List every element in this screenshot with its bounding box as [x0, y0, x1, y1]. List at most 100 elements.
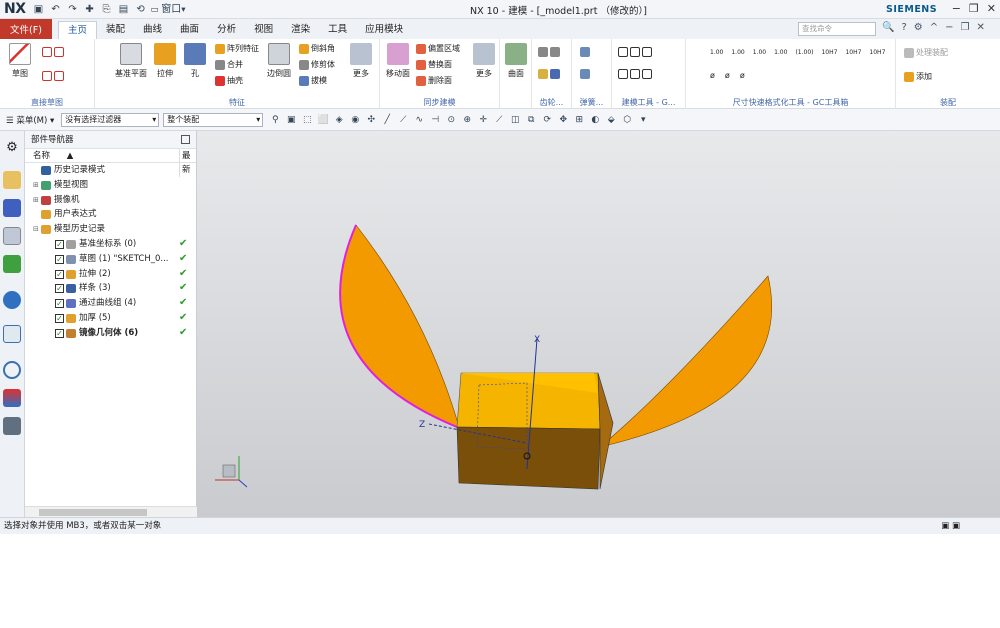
menu-button[interactable]: ☰ 菜单(M) ▾	[3, 114, 57, 126]
command-search-input[interactable]: 查找命令	[798, 22, 876, 36]
history-icon[interactable]	[3, 325, 21, 343]
gear-tools[interactable]	[538, 47, 560, 57]
clock-icon[interactable]	[3, 361, 21, 379]
select-all-icon[interactable]: ⬚	[301, 114, 313, 126]
modeling-tools-row1[interactable]	[618, 47, 652, 57]
copy-icon[interactable]: ⎘	[100, 3, 114, 16]
navigator-item[interactable]: ✓ 通过曲线组 (4) ✔	[25, 296, 196, 311]
process-studio-icon[interactable]	[3, 389, 21, 407]
navigator-item[interactable]: 历史记录模式	[25, 163, 196, 178]
orient-view-icon[interactable]: ⬡	[621, 114, 633, 126]
navigator-item[interactable]: ⊟ 模型历史记录	[25, 222, 196, 237]
ribbon-minimize-icon[interactable]: ^	[930, 22, 938, 33]
gear-tools-2[interactable]	[538, 69, 560, 79]
tab-3[interactable]: 曲面	[171, 21, 208, 39]
expand-icon[interactable]: ⊞	[33, 193, 39, 208]
horizontal-scrollbar[interactable]	[25, 506, 197, 517]
minimize-icon[interactable]: −	[952, 2, 961, 15]
intersection-icon[interactable]: ⊕	[461, 114, 473, 126]
tangent-icon[interactable]: ⟋	[493, 114, 505, 126]
pan-icon[interactable]: ✥	[557, 114, 569, 126]
view-fit-icon[interactable]: ⧉	[525, 114, 537, 126]
curve-snap-icon[interactable]: ∿	[413, 114, 425, 126]
cube-icon[interactable]: ◈	[333, 114, 345, 126]
restore-icon[interactable]: ❐	[969, 2, 979, 15]
tab-4[interactable]: 分析	[208, 21, 245, 39]
constraint-navigator-icon[interactable]	[3, 199, 21, 217]
paste-icon[interactable]: ▤	[117, 3, 131, 16]
curve-tools[interactable]	[42, 47, 64, 57]
cut-icon[interactable]: ✚	[83, 3, 97, 16]
line-snap-icon[interactable]: ╱	[381, 114, 393, 126]
sphere-icon[interactable]: ◉	[349, 114, 361, 126]
navigator-item[interactable]: ✓ 草图 (1) "SKETCH_0... ✔	[25, 252, 196, 267]
unite-button[interactable]: 合并	[215, 59, 243, 70]
roles-icon[interactable]	[3, 417, 21, 435]
navigator-item[interactable]: ⊞ 摄像机	[25, 193, 196, 208]
selection-scope-select[interactable]: 整个装配	[163, 112, 264, 127]
process-assembly-button[interactable]: 处理装配	[904, 47, 948, 58]
shell-button[interactable]: 抽壳	[215, 75, 243, 86]
status-icons[interactable]: ▣ ▣	[941, 518, 960, 534]
doc-minimize-icon[interactable]: −	[945, 22, 953, 33]
doc-close-icon[interactable]: ✕	[976, 22, 984, 33]
navigator-item[interactable]: ⊞ 模型视图	[25, 178, 196, 193]
mid-point-icon[interactable]: ⊣	[429, 114, 441, 126]
search-icon[interactable]: 🔍	[882, 22, 894, 33]
help-icon[interactable]: ?	[901, 22, 906, 33]
navigator-item[interactable]: ✓ 拉伸 (2) ✔	[25, 267, 196, 282]
undo-icon[interactable]: ↶	[49, 3, 63, 16]
render-style-icon[interactable]: ◐	[589, 114, 601, 126]
draft-button[interactable]: 拔模	[299, 75, 327, 86]
navigator-item[interactable]: ✓ 基准坐标系 (0) ✔	[25, 237, 196, 252]
navigator-item[interactable]: 用户表达式	[25, 207, 196, 222]
assembly-navigator-icon[interactable]	[3, 171, 21, 189]
deselect-icon[interactable]: ⬜	[317, 114, 329, 126]
part-navigator-icon[interactable]	[3, 227, 21, 245]
checkbox[interactable]: ✓	[55, 313, 64, 323]
sync-more-button[interactable]: 更多	[468, 43, 500, 79]
doc-restore-icon[interactable]: ❐	[961, 22, 970, 33]
spring-tools[interactable]	[580, 47, 590, 57]
face-snap-icon[interactable]: ◫	[509, 114, 521, 126]
checkbox[interactable]: ✓	[55, 328, 64, 338]
close-icon[interactable]: ✕	[987, 2, 996, 15]
repeat-icon[interactable]: ⟲	[134, 3, 148, 16]
feature-more-button[interactable]: 更多	[345, 43, 377, 79]
edge-blend-button[interactable]: 边倒圆	[263, 43, 295, 79]
replace-face-button[interactable]: 替换面	[416, 59, 452, 70]
checkbox[interactable]: ✓	[55, 269, 64, 279]
navigator-item[interactable]: ✓ 加厚 (5) ✔	[25, 311, 196, 326]
maximize-icon[interactable]	[181, 135, 190, 144]
offset-region-button[interactable]: 偏置区域	[416, 43, 460, 54]
chamfer-button[interactable]: 倒斜角	[299, 43, 335, 54]
type-filter-select[interactable]: 没有选择过滤器	[61, 112, 160, 127]
move-face-button[interactable]: 移动面	[382, 43, 414, 79]
layer-icon[interactable]: ⬙	[605, 114, 617, 126]
expand-icon[interactable]: ⊞	[33, 178, 39, 193]
reuse-library-icon[interactable]	[3, 255, 21, 273]
save-icon[interactable]: ▣	[32, 3, 46, 16]
hole-button[interactable]: 孔	[179, 43, 211, 79]
center-snap-icon[interactable]: ⊙	[445, 114, 457, 126]
dimension-format-row2[interactable]: øøø	[710, 71, 745, 80]
surface-button[interactable]: 曲面	[500, 43, 532, 79]
sketch-button[interactable]: 草图	[4, 43, 36, 79]
extrude-button[interactable]: 拉伸	[149, 43, 181, 79]
checkbox[interactable]: ✓	[55, 284, 64, 294]
redo-icon[interactable]: ↷	[66, 3, 80, 16]
line-tools[interactable]	[42, 71, 64, 81]
web-browser-icon[interactable]	[3, 291, 21, 309]
tab-2[interactable]: 曲线	[134, 21, 171, 39]
add-component-button[interactable]: 添加	[904, 71, 932, 82]
modeling-tools-row2[interactable]	[618, 69, 652, 79]
zoom-icon[interactable]: ⊞	[573, 114, 585, 126]
pattern-feature-button[interactable]: 阵列特征	[215, 43, 259, 54]
filter-icon[interactable]: ⚲	[269, 114, 281, 126]
settings-icon[interactable]: ⚙	[914, 22, 923, 33]
graphics-window[interactable]: X Z Baidu经验 jingyan.baidu.com	[197, 131, 1000, 628]
dimension-format-row1[interactable]: 1.00 1.00 1.00 1.00 (1.00) 10H7 10H7 10H7	[710, 49, 885, 56]
settings-gear-icon[interactable]: ⚙	[3, 139, 21, 157]
delete-face-button[interactable]: 删除面	[416, 75, 452, 86]
navigator-item[interactable]: ✓ 镜像几何体 (6) ✔	[25, 326, 196, 341]
